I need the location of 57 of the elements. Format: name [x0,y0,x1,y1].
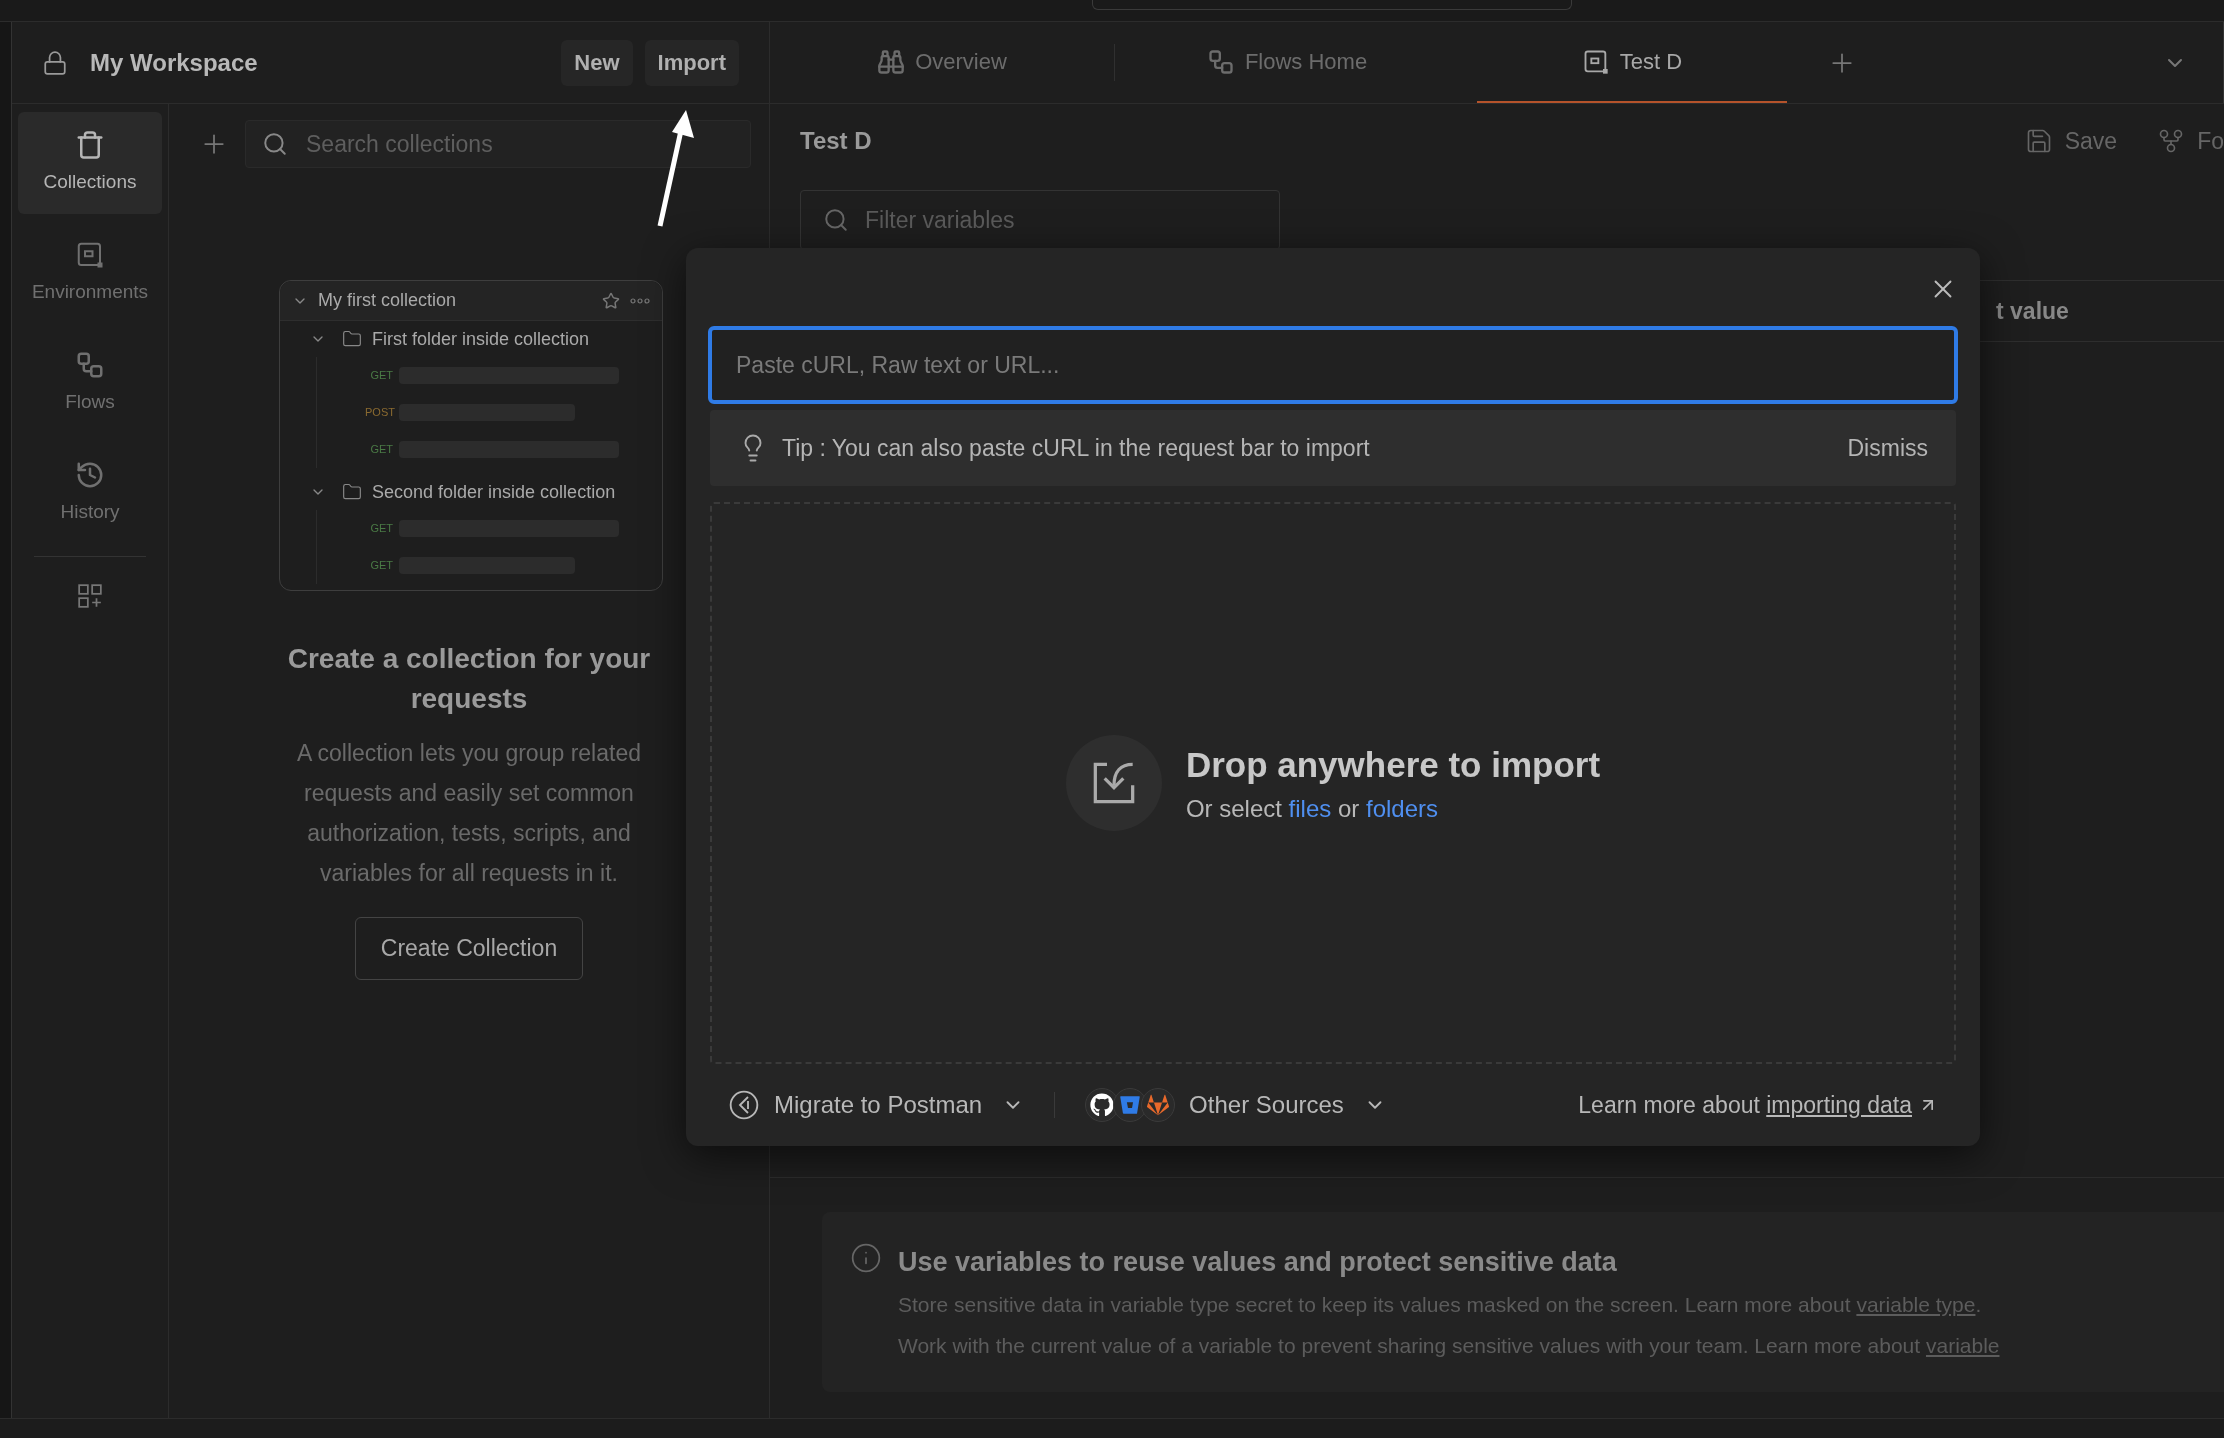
toolbar-button[interactable]: Save [2024,123,2118,159]
tip-text: Tip : You can also paste cURL in the request bar to import [782,433,1371,463]
tab[interactable]: Overview [770,22,1114,103]
bin-icon [75,129,105,160]
migrate-dropdown[interactable]: Migrate to Postman [728,1087,1025,1123]
drop-title: Drop anywhere to import [1185,743,1601,786]
search-field[interactable]: Search collections [245,120,751,168]
request-method: GET [369,558,393,574]
octocat-icon [1090,1093,1115,1117]
flow-icon [1206,47,1235,76]
tab[interactable]: Test D [1477,22,1787,103]
column-header: t value [1996,296,2069,326]
tab[interactable]: Flows Home [1115,22,1459,103]
folder-name: First folder inside collection [372,327,590,351]
sidebar-item[interactable]: Flows [18,332,162,434]
sidebar-item[interactable]: Environments [18,222,162,324]
request-method: GET [369,368,393,384]
folder-icon [342,329,362,349]
empty-state-title: Create a collection for your requests [286,642,652,716]
header-button[interactable]: New [561,39,633,86]
header-button[interactable]: Import [644,39,739,86]
environment-title: Test D [800,126,872,156]
star-icon [602,291,620,310]
drop-zone[interactable]: Drop anywhere to import Or select files or folders [710,502,1956,1064]
binoculars-icon [877,47,906,76]
folder-icon [342,482,362,502]
more-icon [630,297,650,304]
link[interactable]: files [1288,795,1332,823]
drop-subtitle: Or select files or folders [1185,794,1439,825]
link[interactable]: importing data [1766,1091,1912,1118]
info-text: Work with the current value of a variable to prevent sharing sensitive values with your team. Learn more about variable [898,1332,2000,1359]
paste-input[interactable]: Paste cURL, Raw text or URL... [708,326,1958,404]
toolbar-button[interactable]: Fo [2157,123,2224,159]
empty-state-text: A collection lets you group related requests and easily set common authorization, tests, scripts, and variables for all requests in it. [296,739,642,888]
fox-icon [1147,1094,1170,1116]
collection-name: My first collection [318,289,458,312]
add-apps-icon[interactable] [77,583,103,609]
info-title: Use variables to reuse values and protect sensitive data [898,1246,1618,1279]
search-icon [262,131,288,157]
workspace-title: My Workspace [90,47,258,78]
learn-more-text: Learn more about importing data [1578,1090,1912,1120]
sidebar-item[interactable]: History [18,442,162,544]
request-method: POST [365,405,393,421]
info-text: Store sensitive data in variable type secret to keep its values masked on the screen. Learn more about variable type. [898,1291,1983,1318]
lock-icon [42,49,68,76]
bucket-icon [1120,1095,1141,1115]
migrate-icon [728,1089,760,1121]
request-method: GET [369,521,393,537]
create-collection-button[interactable]: Create Collection [354,917,584,980]
link[interactable]: folders [1365,795,1438,823]
other-sources-dropdown[interactable]: Other Sources [1085,1087,1386,1123]
request-method: GET [369,442,393,458]
sidebar-item[interactable]: Collections [18,112,162,214]
folder-name: Second folder inside collection [372,480,616,504]
info-icon [850,1242,882,1274]
dismiss-button[interactable]: Dismiss [1847,430,1928,466]
search-icon [823,207,849,233]
